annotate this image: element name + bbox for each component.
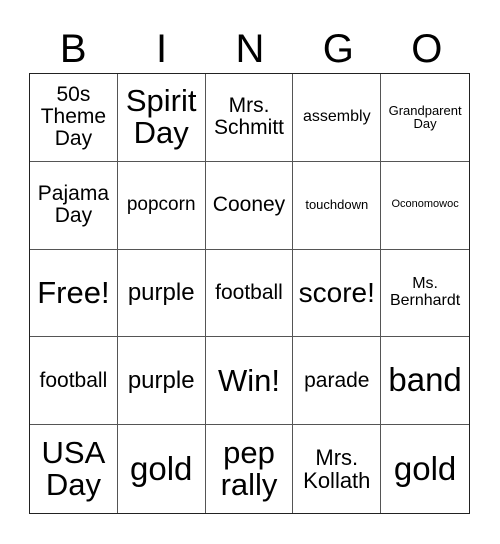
bingo-cell[interactable]: parade (293, 337, 382, 426)
bingo-cell[interactable]: Mrs. Schmitt (205, 74, 294, 162)
bingo-cell[interactable]: purple (117, 249, 206, 338)
bingo-cell[interactable]: pep rally (206, 425, 294, 513)
bingo-cell[interactable]: football (205, 249, 294, 338)
header-letter-o: O (411, 27, 443, 71)
bingo-cell[interactable]: gold (118, 425, 206, 513)
bingo-cell[interactable]: band (381, 337, 469, 426)
header-letter-i: I (156, 27, 168, 71)
bingo-cell[interactable]: Oconomowoc (381, 162, 469, 250)
bingo-cell[interactable]: Mrs. Kollath (293, 425, 382, 513)
header-letter-n: N (235, 27, 265, 71)
bingo-cell[interactable]: popcorn (117, 161, 206, 250)
bingo-cell[interactable]: Pajama Day (30, 161, 118, 250)
bingo-cell[interactable]: USA Day (30, 425, 118, 513)
bingo-cell[interactable]: touchdown (293, 161, 382, 250)
header-letter-b: B (59, 27, 87, 71)
bingo-cell[interactable]: gold (381, 425, 469, 513)
bingo-cell[interactable]: Ms. Bernhardt (381, 250, 469, 338)
bingo-cell[interactable]: Win! (205, 337, 294, 426)
bingo-cell[interactable]: football (30, 337, 118, 426)
bingo-cell[interactable]: Cooney (205, 161, 294, 250)
bingo-card-grid: 50s Theme Day Spirit Day Mrs. Schmitt as… (29, 73, 470, 514)
bingo-cell[interactable]: assembly (293, 74, 382, 162)
bingo-header: B I N G O (29, 24, 471, 74)
bingo-cell[interactable]: Spirit Day (117, 74, 206, 162)
bingo-cell[interactable]: 50s Theme Day (30, 74, 118, 162)
bingo-cell[interactable]: Grandparent Day (381, 74, 469, 162)
bingo-cell[interactable]: score! (293, 249, 382, 338)
free-space[interactable]: Free! (30, 249, 118, 338)
header-letter-g: G (322, 27, 354, 71)
bingo-cell[interactable]: purple (117, 337, 206, 426)
